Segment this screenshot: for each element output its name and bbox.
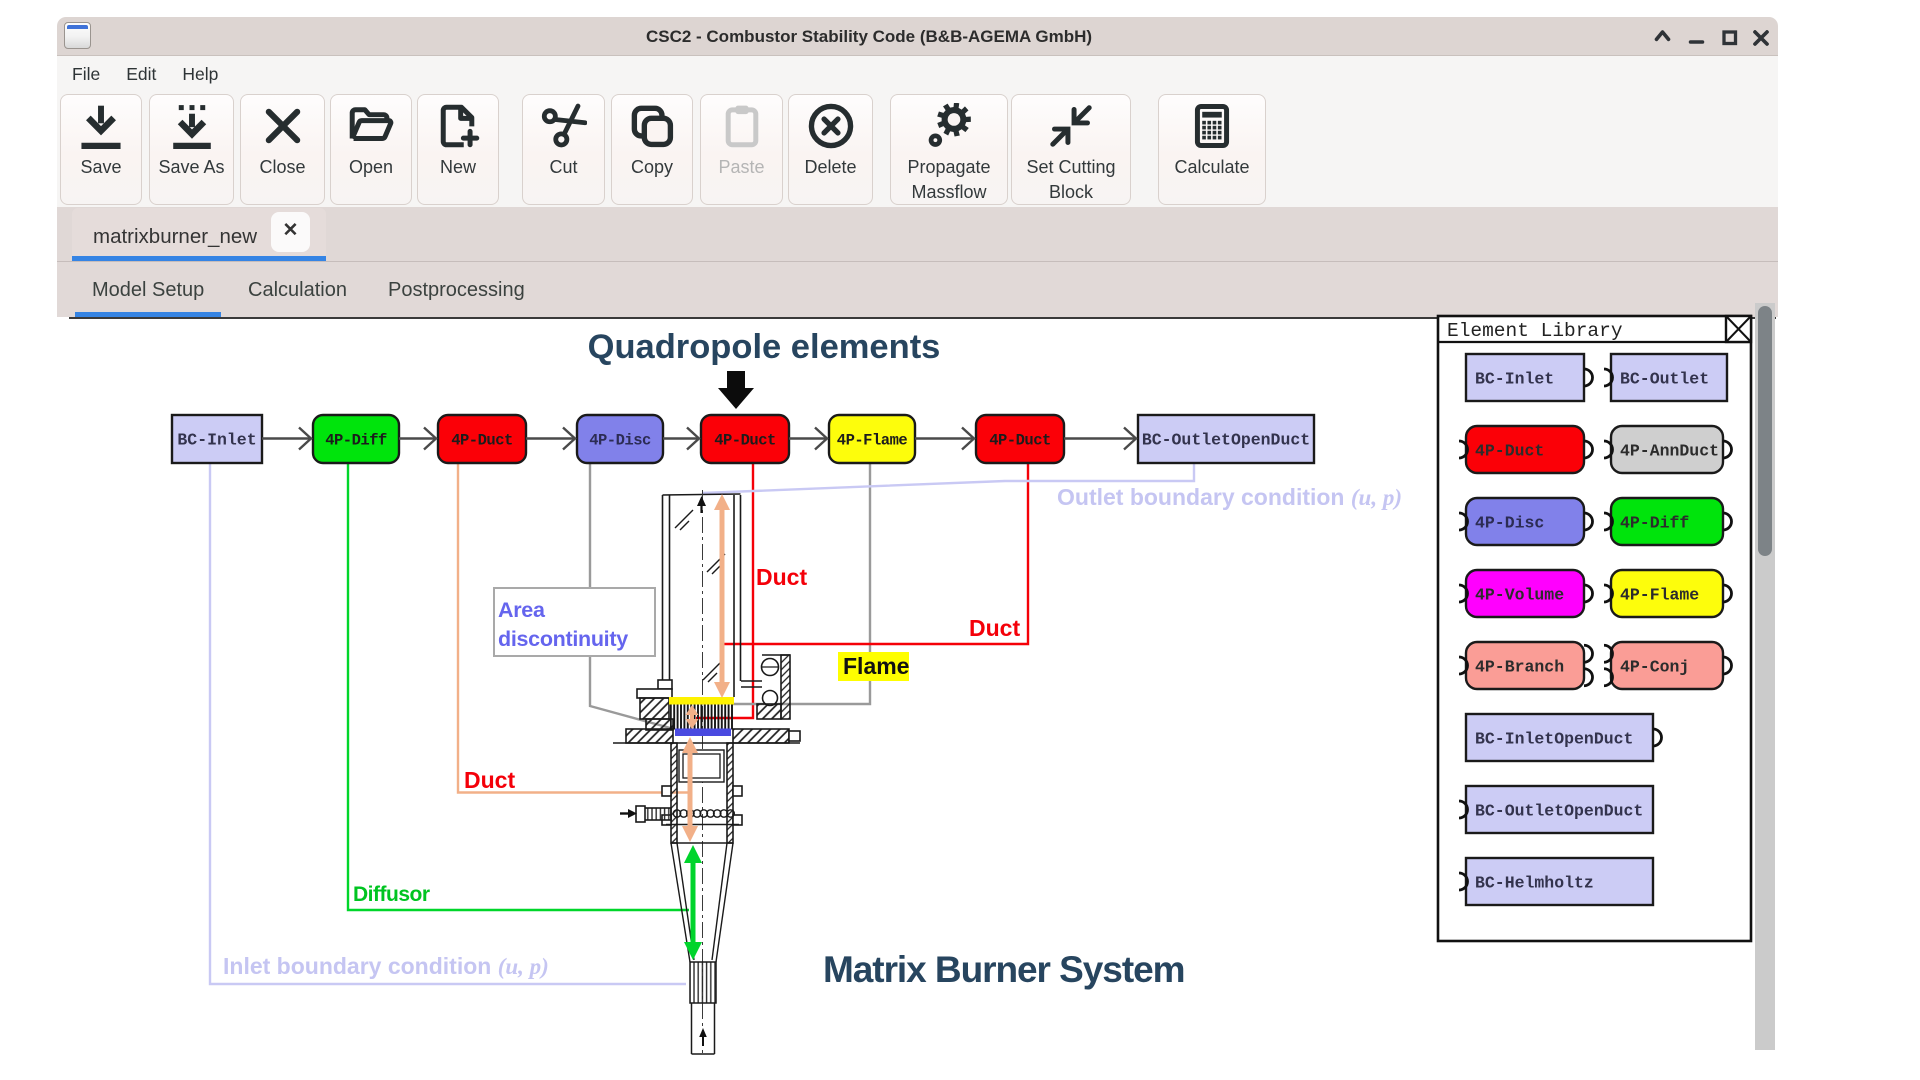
svg-text:discontinuity: discontinuity [498,627,628,651]
svg-text:4P-Disc: 4P-Disc [1475,514,1544,533]
svg-text:Duct: Duct [464,767,515,793]
svg-text:4P-Duct: 4P-Duct [714,432,776,450]
svg-text:4P-Flame: 4P-Flame [837,432,908,450]
svg-text:4P-Volume: 4P-Volume [1475,586,1564,605]
svg-text:4P-Diff: 4P-Diff [1620,514,1689,533]
svg-text:4P-Diff: 4P-Diff [325,432,387,450]
svg-text:BC-Inlet: BC-Inlet [1475,370,1554,389]
svg-text:4P-Duct: 4P-Duct [1475,442,1544,461]
svg-text:4P-Duct: 4P-Duct [989,432,1051,450]
svg-text:4P-Disc: 4P-Disc [589,432,651,450]
svg-text:Quadropole elements: Quadropole elements [588,328,941,366]
svg-text:Diffusor: Diffusor [353,883,430,906]
svg-text:4P-AnnDuct: 4P-AnnDuct [1620,442,1719,461]
svg-text:4P-Conj: 4P-Conj [1620,658,1689,677]
svg-text:BC-OutletOpenDuct: BC-OutletOpenDuct [1475,802,1643,821]
svg-text:Matrix Burner System: Matrix Burner System [823,949,1184,990]
svg-text:BC-InletOpenDuct: BC-InletOpenDuct [1475,730,1633,749]
svg-text:Duct: Duct [756,564,807,590]
svg-text:4P-Flame: 4P-Flame [1620,586,1699,605]
svg-text:Area: Area [498,598,546,622]
svg-text:BC-Helmholtz: BC-Helmholtz [1475,874,1594,893]
svg-text:4P-Duct: 4P-Duct [451,432,513,450]
svg-text:Element Library: Element Library [1447,320,1623,342]
svg-text:Duct: Duct [969,615,1020,641]
svg-text:Outlet boundary condition (u,: Outlet boundary condition (u, p) [1057,484,1402,510]
svg-text:BC-OutletOpenDuct: BC-OutletOpenDuct [1142,431,1310,450]
svg-text:4P-Branch: 4P-Branch [1475,658,1564,677]
svg-text:Inlet boundary condition (u, p: Inlet boundary condition (u, p) [223,953,549,979]
svg-text:Flame: Flame [843,653,909,679]
svg-text:BC-Outlet: BC-Outlet [1620,370,1709,389]
svg-text:BC-Inlet: BC-Inlet [177,431,256,450]
